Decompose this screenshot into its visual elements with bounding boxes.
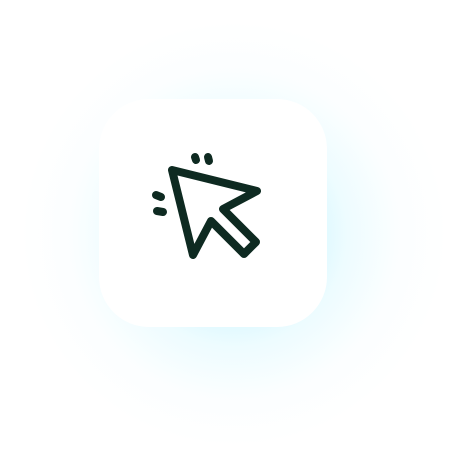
app-icon-stage	[0, 0, 468, 468]
cursor-click-icon	[152, 153, 261, 259]
app-icon-card[interactable]	[99, 99, 327, 327]
